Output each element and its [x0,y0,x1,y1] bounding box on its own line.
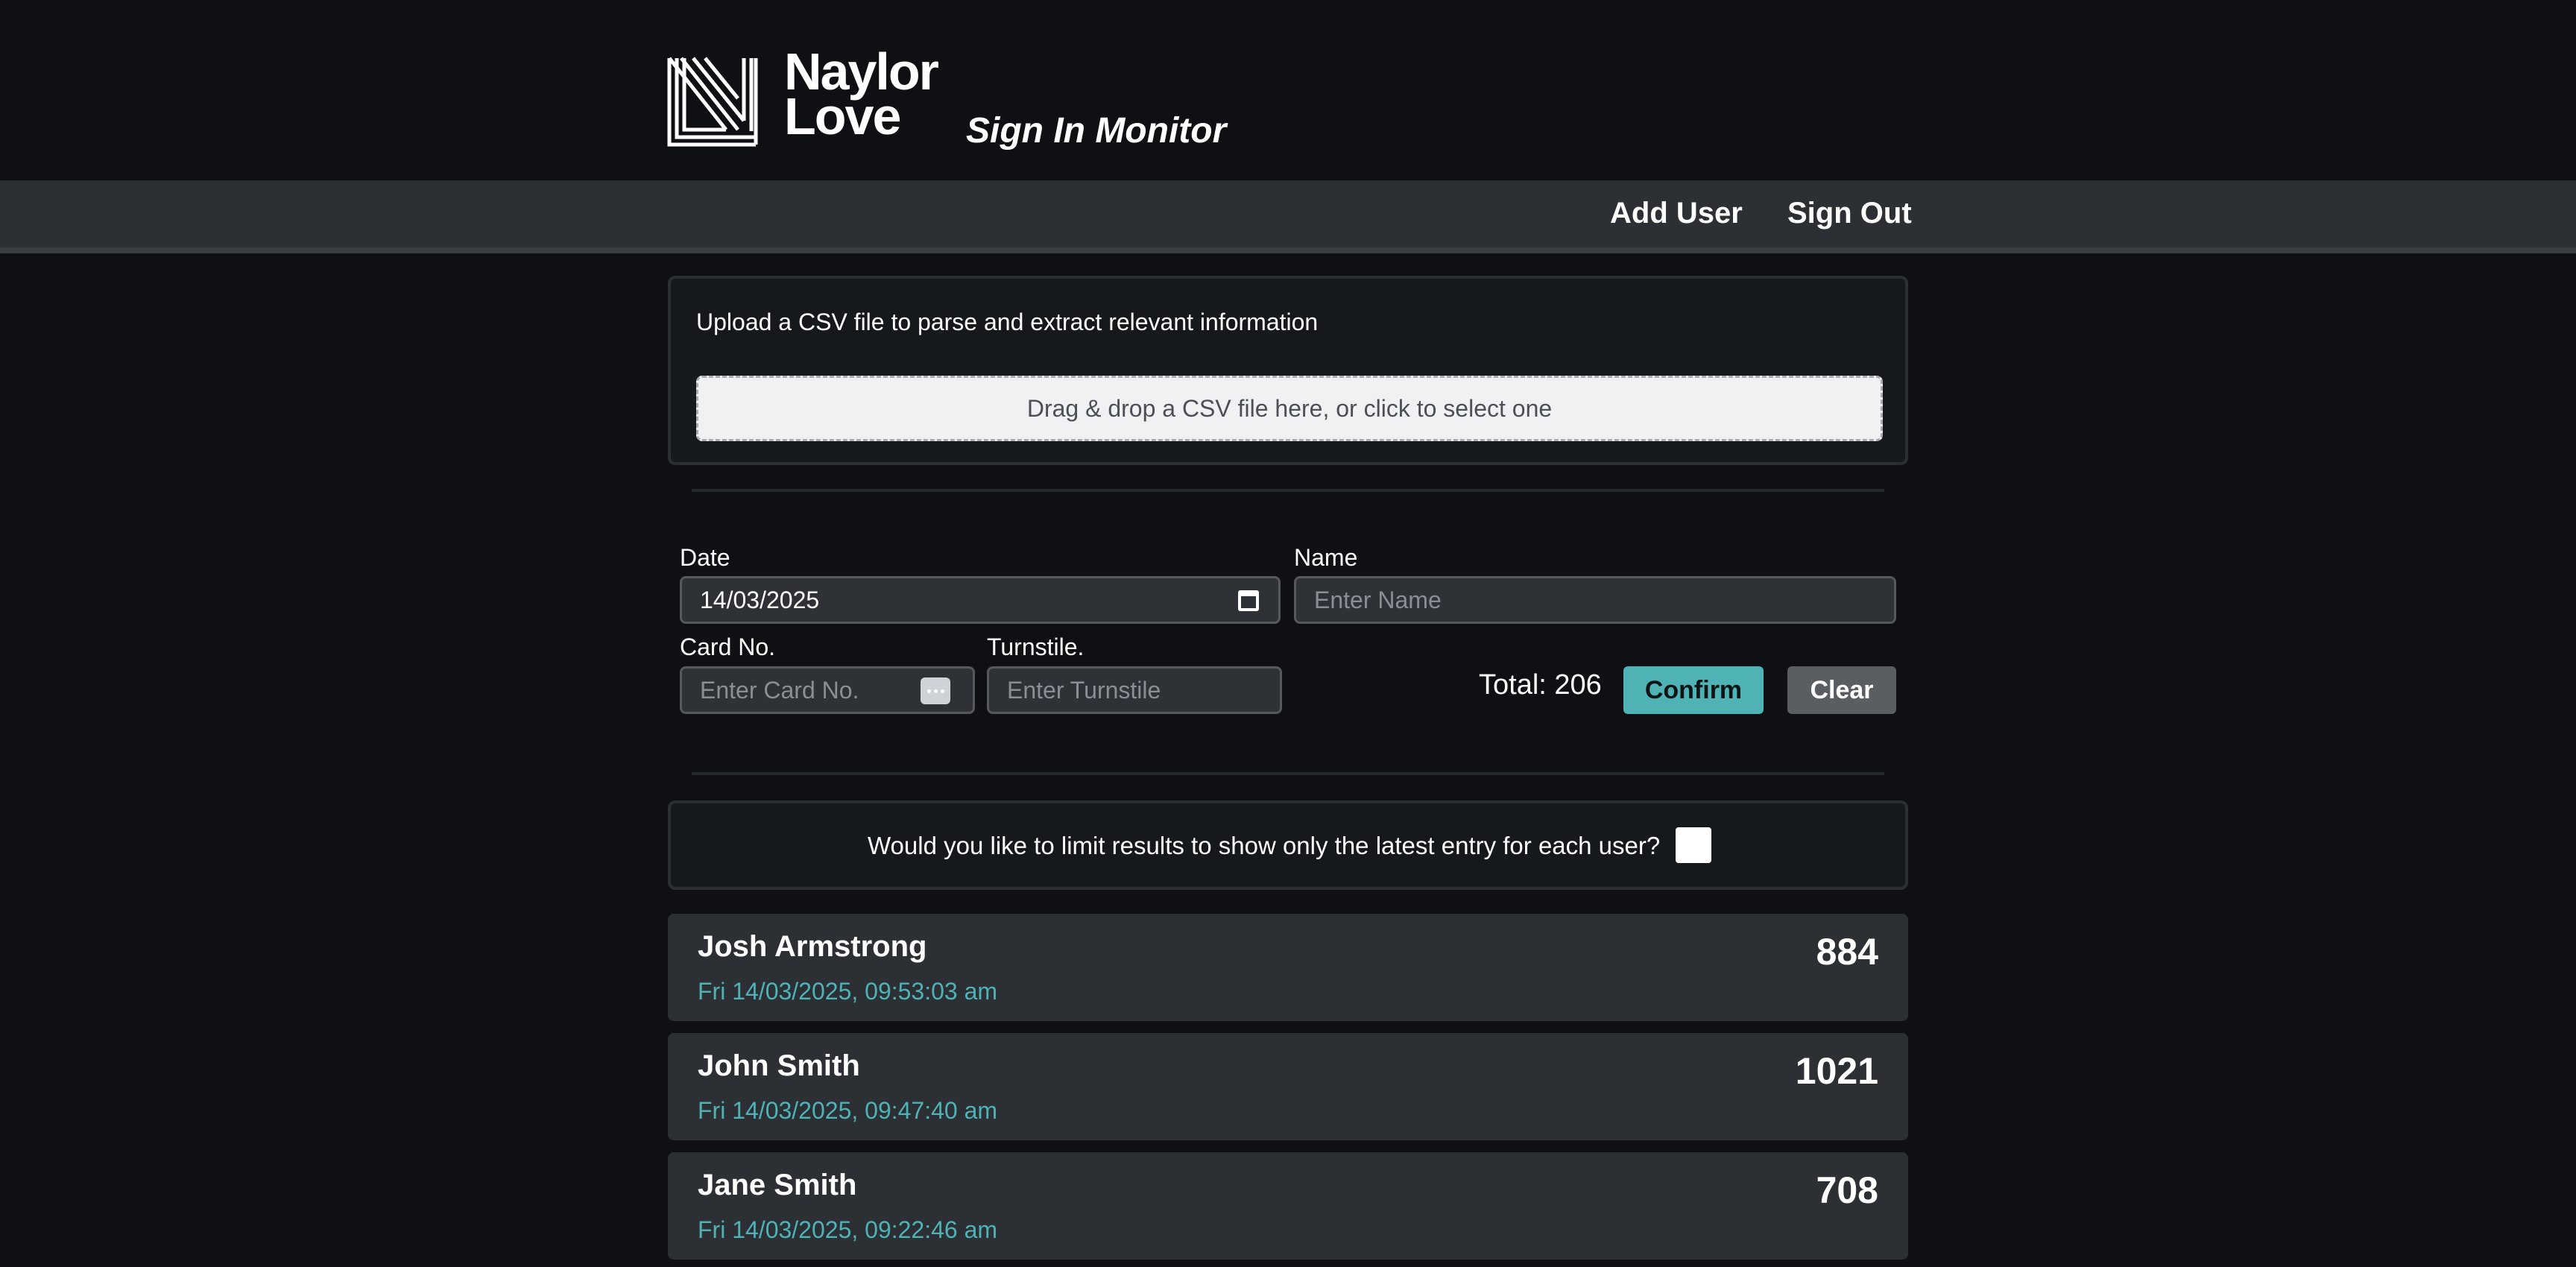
entry-card-number: 1021 [1795,1050,1878,1092]
entry-name: John Smith [698,1049,860,1082]
turnstile-input[interactable]: Enter Turnstile [987,666,1282,714]
turnstile-placeholder: Enter Turnstile [1007,676,1161,704]
calendar-icon[interactable] [1238,590,1259,611]
entry-timestamp: Fri 14/03/2025, 09:22:46 am [698,1216,998,1243]
entry-timestamp: Fri 14/03/2025, 09:47:40 am [698,1097,998,1124]
date-label: Date [680,544,730,571]
clear-button[interactable]: Clear [1787,666,1896,714]
divider [692,489,1884,492]
turnstile-label: Turnstile. [987,634,1085,660]
confirm-button[interactable]: Confirm [1623,666,1764,714]
name-label: Name [1294,544,1358,571]
date-field[interactable]: 14/03/2025 [680,576,1281,624]
more-options-icon[interactable] [921,677,950,704]
entry-card-number: 884 [1816,931,1878,973]
limit-results-panel: Would you like to limit results to show … [668,800,1908,890]
limit-latest-checkbox[interactable] [1676,827,1711,863]
limit-question: Would you like to limit results to show … [868,832,1661,859]
entry-card-number: 708 [1816,1169,1878,1211]
app-header: Naylor Love Sign In Monitor [0,0,2576,180]
date-value: 14/03/2025 [700,586,820,613]
name-input[interactable]: Enter Name [1294,576,1896,624]
card-number-input[interactable]: Enter Card No. [680,666,975,714]
entry-name: Josh Armstrong [698,930,927,963]
entry-timestamp: Fri 14/03/2025, 09:53:03 am [698,978,998,1005]
card-placeholder: Enter Card No. [700,676,859,704]
name-placeholder: Enter Name [1314,586,1442,613]
nav-bar: Add User Sign Out [0,180,2576,253]
list-item[interactable]: John Smith Fri 14/03/2025, 09:47:40 am 1… [668,1033,1908,1140]
divider [692,772,1884,775]
brand-line-2: Love [784,87,901,145]
list-item[interactable]: Josh Armstrong Fri 14/03/2025, 09:53:03 … [668,914,1908,1021]
csv-dropzone[interactable]: Drag & drop a CSV file here, or click to… [696,376,1883,441]
upload-instructions: Upload a CSV file to parse and extract r… [696,309,1319,335]
brand-wordmark: Naylor Love [784,45,939,145]
sign-out-link[interactable]: Sign Out [1787,197,1912,230]
add-user-link[interactable]: Add User [1610,197,1743,230]
upload-panel: Upload a CSV file to parse and extract r… [668,276,1908,465]
app-title: Sign In Monitor [966,111,1227,151]
total-count: Total: 206 [1479,669,1602,701]
list-item[interactable]: Jane Smith Fri 14/03/2025, 09:22:46 am 7… [668,1152,1908,1260]
card-label: Card No. [680,634,776,660]
naylor-love-logo-icon [667,57,758,147]
entry-name: Jane Smith [698,1169,857,1201]
